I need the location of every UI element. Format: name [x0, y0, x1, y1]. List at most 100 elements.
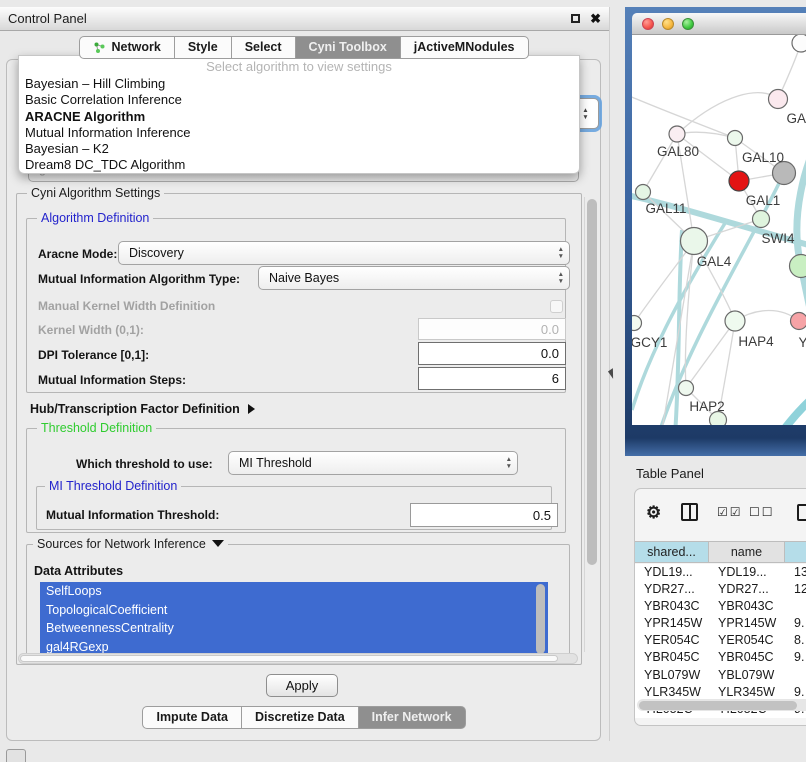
- node-label: GCY1: [632, 335, 667, 350]
- table-row[interactable]: YPR145W YPR145W 9.: [635, 615, 806, 632]
- node-gal-cut[interactable]: [769, 90, 788, 109]
- mi-threshold-label: Mutual Information Threshold:: [46, 508, 219, 522]
- node-gal11[interactable]: [636, 185, 651, 200]
- stepper-icon: ▲▼: [506, 456, 512, 470]
- tab-select[interactable]: Select: [231, 36, 296, 59]
- kernel-width-field[interactable]: 0.0: [418, 318, 566, 340]
- dropdown-item-aracne[interactable]: ARACNE Algorithm: [19, 109, 579, 125]
- table-row[interactable]: YDL19... YDL19... 13: [635, 564, 806, 581]
- float-window-icon[interactable]: [571, 14, 580, 23]
- network-graph: [632, 35, 806, 425]
- which-threshold-combobox[interactable]: MI Threshold ▲▼: [228, 451, 518, 475]
- node-gal10-neighbor[interactable]: [728, 131, 743, 146]
- network-icon: [93, 41, 106, 54]
- dropdown-item-dream8[interactable]: Dream8 DC_TDC Algorithm: [19, 157, 579, 173]
- table-panel-box: ⚙ ☑☑ ☐☐ shared... name YDL19... YDL19...…: [634, 488, 806, 726]
- collapsed-panel-icon[interactable]: [6, 749, 26, 762]
- node-label: GAL10: [742, 150, 784, 165]
- dpi-tolerance-label: DPI Tolerance [0,1]:: [38, 348, 149, 362]
- new-table-icon[interactable]: [797, 504, 806, 521]
- settings-group-title: Cyni Algorithm Settings: [27, 186, 164, 200]
- table-row[interactable]: YDR27... YDR27... 12: [635, 581, 806, 598]
- dpi-tolerance-field[interactable]: 0.0: [418, 342, 566, 365]
- list-scrollbar[interactable]: [536, 584, 545, 654]
- mi-threshold-field[interactable]: 0.5: [410, 503, 558, 527]
- node-hap2[interactable]: [679, 381, 694, 396]
- settings-scrollbar[interactable]: [584, 197, 598, 652]
- threshold-definition-title: Threshold Definition: [37, 421, 156, 435]
- list-item-selfloops[interactable]: SelfLoops: [40, 582, 548, 601]
- algorithm-definition-title: Algorithm Definition: [37, 211, 153, 225]
- stepper-icon: ▲▼: [558, 271, 564, 285]
- dropdown-item-bayesian-k2[interactable]: Bayesian – K2: [19, 141, 579, 157]
- node-label: GAL: [786, 111, 806, 126]
- dropdown-item-basic-correlation[interactable]: Basic Correlation Inference: [19, 92, 579, 108]
- bottom-tabs: Impute Data Discretize Data Infer Networ…: [0, 706, 609, 729]
- close-window-icon[interactable]: ✖: [590, 12, 601, 25]
- tab-impute-data[interactable]: Impute Data: [142, 706, 242, 729]
- tab-cyni-toolbox[interactable]: Cyni Toolbox: [295, 36, 401, 59]
- table-row[interactable]: YER054C YER054C 8.: [635, 632, 806, 649]
- node-label: HAP4: [738, 334, 773, 349]
- column-header-shared[interactable]: shared...: [635, 542, 709, 562]
- node-gcy1[interactable]: [632, 316, 642, 331]
- tab-infer-network[interactable]: Infer Network: [358, 706, 466, 729]
- node-label: HAP2: [689, 399, 724, 414]
- node-hap4[interactable]: [725, 311, 745, 331]
- minimize-traffic-light-icon[interactable]: [662, 18, 674, 30]
- mi-steps-label: Mutual Information Steps:: [38, 373, 186, 387]
- zoom-traffic-light-icon[interactable]: [682, 18, 694, 30]
- columns-icon[interactable]: [681, 503, 698, 521]
- algorithm-dropdown-popup: Select algorithm to view settings Bayesi…: [18, 55, 580, 174]
- node-gal4[interactable]: [681, 228, 708, 255]
- table-row[interactable]: YBR045C YBR045C 9.: [635, 649, 806, 666]
- mi-algorithm-type-combobox[interactable]: Naive Bayes ▲▼: [258, 266, 570, 290]
- column-header-name[interactable]: name: [709, 542, 785, 562]
- apply-button[interactable]: Apply: [266, 674, 338, 697]
- column-header-extra[interactable]: [785, 542, 806, 562]
- manual-kernel-checkbox[interactable]: [550, 300, 563, 313]
- table-horizontal-scrollbar[interactable]: [637, 699, 806, 711]
- network-view-window: GAL GAL80 GAL10 GAL11 GAL1 GAL4 SWI4 GCY…: [625, 7, 806, 456]
- list-item-betweennesscentrality[interactable]: BetweennessCentrality: [40, 619, 548, 638]
- control-panel-tabs: Network Style Select Cyni Toolbox jActiv…: [0, 36, 609, 59]
- node-label: Y: [798, 335, 806, 350]
- network-canvas[interactable]: GAL GAL80 GAL10 GAL11 GAL1 GAL4 SWI4 GCY…: [632, 35, 806, 425]
- horizontal-scrollbar[interactable]: [18, 653, 578, 664]
- mi-steps-field[interactable]: 6: [418, 367, 566, 390]
- control-panel-window: Control Panel ✖ Network Style Select Cyn…: [0, 7, 610, 741]
- close-traffic-light-icon[interactable]: [642, 18, 654, 30]
- list-item-topologicalcoefficient[interactable]: TopologicalCoefficient: [40, 601, 548, 620]
- sources-group-title[interactable]: Sources for Network Inference: [33, 537, 228, 551]
- data-attributes-list: SelfLoops TopologicalCoefficient Between…: [40, 582, 548, 657]
- hub-definition-expander[interactable]: Hub/Transcription Factor Definition: [30, 402, 255, 416]
- table-row[interactable]: YBL079W YBL079W: [635, 667, 806, 684]
- node-selected-red[interactable]: [729, 171, 749, 191]
- which-threshold-label: Which threshold to use:: [76, 457, 213, 471]
- node-gal80[interactable]: [669, 126, 685, 142]
- tab-style[interactable]: Style: [174, 36, 232, 59]
- table-panel-title: Table Panel: [636, 466, 704, 481]
- tab-discretize-data[interactable]: Discretize Data: [241, 706, 359, 729]
- gear-icon[interactable]: ⚙: [646, 504, 661, 521]
- deselect-all-checkboxes-icon[interactable]: ☐☐: [749, 505, 775, 519]
- dropdown-item-mutual-information[interactable]: Mutual Information Inference: [19, 125, 579, 141]
- table-body: YDL19... YDL19... 13 YDR27... YDR27... 1…: [635, 564, 806, 718]
- tab-jactivemnodules[interactable]: jActiveMNodules: [400, 36, 529, 59]
- node-unlabeled-top[interactable]: [792, 35, 806, 52]
- node-label: GAL4: [697, 254, 732, 269]
- table-row[interactable]: YBR043C YBR043C: [635, 598, 806, 615]
- node-gal1[interactable]: [753, 211, 770, 228]
- dropdown-item-bayesian-hill-climbing[interactable]: Bayesian – Hill Climbing: [19, 76, 579, 92]
- aracne-mode-combobox[interactable]: Discovery ▲▼: [118, 241, 570, 265]
- node-swi4[interactable]: [790, 255, 806, 278]
- table-toolbar: ⚙ ☑☑ ☐☐: [635, 499, 806, 525]
- table-panel: Table Panel ⚙ ☑☑ ☐☐ shared... name YDL19…: [625, 460, 806, 750]
- expander-arrow-icon: [248, 404, 255, 414]
- tab-network[interactable]: Network: [79, 36, 174, 59]
- mi-threshold-group-title: MI Threshold Definition: [45, 479, 181, 493]
- node-y-cut[interactable]: [791, 313, 806, 330]
- node-label: GAL80: [657, 144, 699, 159]
- kernel-width-label: Kernel Width (0,1):: [38, 323, 144, 337]
- select-all-checkboxes-icon[interactable]: ☑☑: [717, 505, 743, 519]
